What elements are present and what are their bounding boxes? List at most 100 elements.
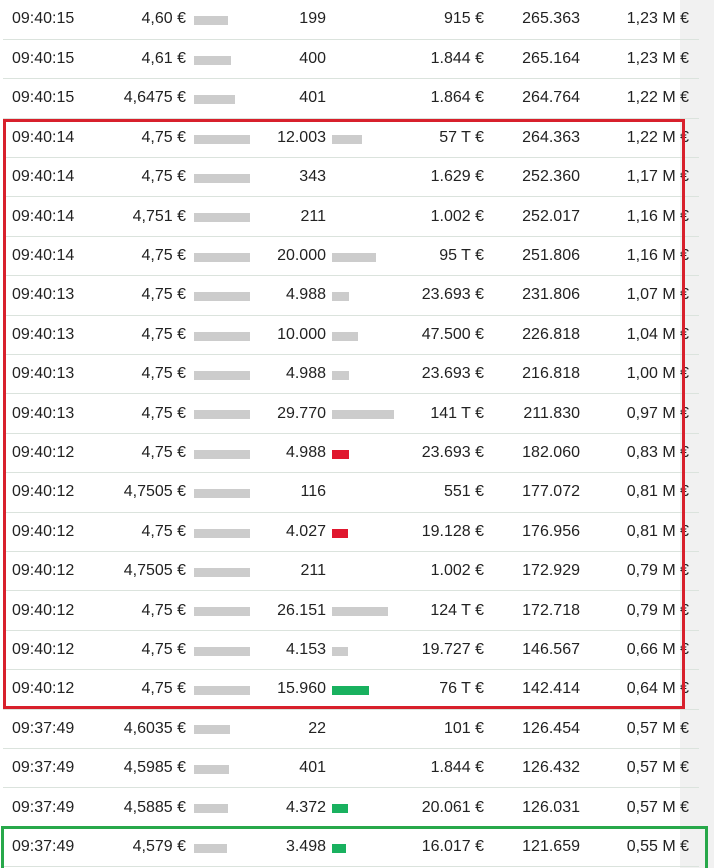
trade-price: 4,75 €: [108, 118, 194, 159]
trade-time: 09:40:13: [3, 354, 108, 395]
trade-turnover: 19.727 €: [412, 630, 484, 671]
table-row: 09:40:13 4,75 € 4.988 23.693 € 216.818 1…: [3, 354, 699, 395]
volume-bar-cell: [326, 472, 412, 513]
cumulative-turnover: 1,23 M €: [580, 39, 699, 80]
trade-price: 4,75 €: [108, 315, 194, 356]
price-bar: [194, 370, 250, 380]
table-row: 09:40:12 4,75 € 15.960 76 T € 142.414 0,…: [3, 669, 699, 710]
trade-turnover: 23.693 €: [412, 354, 484, 395]
price-bar: [194, 686, 250, 696]
cumulative-volume: 172.929: [484, 551, 580, 592]
trade-price: 4,61 €: [108, 39, 194, 80]
trade-turnover: 1.844 €: [412, 748, 484, 789]
trade-time: 09:40:13: [3, 393, 108, 434]
trade-turnover: 47.500 €: [412, 315, 484, 356]
trade-volume: 29.770: [256, 393, 326, 434]
cumulative-turnover: 1,16 M €: [580, 236, 699, 277]
trade-time: 09:40:14: [3, 236, 108, 277]
volume-bar-cell: [326, 669, 412, 710]
cumulative-turnover: 0,57 M €: [580, 748, 699, 789]
volume-bar-cell: [326, 709, 412, 749]
cumulative-turnover: 0,81 M €: [580, 512, 699, 552]
trade-turnover: 1.844 €: [412, 39, 484, 80]
trade-price: 4,5885 €: [108, 787, 194, 828]
price-bar: [194, 449, 250, 459]
table-row: 09:40:14 4,751 € 211 1.002 € 252.017 1,1…: [3, 196, 699, 237]
volume-bar-cell: [326, 787, 412, 828]
cumulative-volume: 121.659: [484, 827, 580, 868]
trade-turnover: 1.864 €: [412, 78, 484, 119]
table-row: 09:37:49 4,6035 € 22 101 € 126.454 0,57 …: [3, 709, 699, 749]
table-row: 09:40:15 4,61 € 400 1.844 € 265.164 1,23…: [3, 39, 699, 80]
trade-price: 4,5985 €: [108, 748, 194, 789]
trade-turnover: 1.002 €: [412, 196, 484, 237]
trade-price: 4,60 €: [108, 0, 194, 40]
price-bar: [194, 804, 228, 814]
cumulative-volume: 176.956: [484, 512, 580, 552]
cumulative-volume: 126.454: [484, 709, 580, 749]
price-bar: [194, 16, 228, 26]
price-bar-cell: [194, 748, 256, 789]
volume-bar: [332, 370, 349, 380]
table-row: 09:40:12 4,75 € 4.153 19.727 € 146.567 0…: [3, 630, 699, 671]
price-bar-cell: [194, 118, 256, 159]
table-row: 09:40:12 4,75 € 4.988 23.693 € 182.060 0…: [3, 433, 699, 474]
table-row: 09:40:13 4,75 € 29.770 141 T € 211.830 0…: [3, 393, 699, 434]
trade-volume: 401: [256, 78, 326, 119]
cumulative-turnover: 0,66 M €: [580, 630, 699, 671]
cumulative-turnover: 1,23 M €: [580, 0, 699, 40]
cumulative-volume: 252.017: [484, 196, 580, 237]
cumulative-turnover: 1,22 M €: [580, 118, 699, 159]
price-bar-cell: [194, 709, 256, 749]
trades-table-body: 09:40:15 4,60 € 199 915 € 265.363 1,23 M…: [3, 0, 699, 868]
cumulative-turnover: 0,79 M €: [580, 590, 699, 631]
trade-price: 4,6475 €: [108, 78, 194, 119]
price-bar-cell: [194, 78, 256, 119]
trade-turnover: 124 T €: [412, 590, 484, 631]
table-row: 09:40:14 4,75 € 20.000 95 T € 251.806 1,…: [3, 236, 699, 277]
trade-time: 09:37:49: [3, 827, 108, 868]
cumulative-turnover: 1,17 M €: [580, 157, 699, 198]
trade-volume: 22: [256, 709, 326, 749]
price-bar-cell: [194, 354, 256, 395]
volume-bar: [332, 449, 349, 459]
trade-price: 4,75 €: [108, 157, 194, 198]
price-bar-cell: [194, 551, 256, 592]
trade-volume: 4.027: [256, 512, 326, 552]
trade-turnover: 141 T €: [412, 393, 484, 434]
volume-bar-cell: [326, 315, 412, 356]
table-row: 09:40:13 4,75 € 10.000 47.500 € 226.818 …: [3, 315, 699, 356]
cumulative-turnover: 0,83 M €: [580, 433, 699, 474]
volume-bar: [332, 292, 349, 302]
table-row: 09:40:15 4,60 € 199 915 € 265.363 1,23 M…: [3, 0, 699, 40]
trade-price: 4,75 €: [108, 354, 194, 395]
table-row: 09:40:12 4,75 € 4.027 19.128 € 176.956 0…: [3, 512, 699, 552]
price-bar-cell: [194, 433, 256, 474]
price-bar: [194, 410, 250, 420]
price-bar: [194, 607, 250, 617]
trade-price: 4,75 €: [108, 275, 194, 316]
trade-volume: 3.498: [256, 827, 326, 868]
cumulative-volume: 264.764: [484, 78, 580, 119]
price-bar: [194, 134, 250, 144]
trade-volume: 116: [256, 472, 326, 513]
trade-time: 09:40:12: [3, 630, 108, 671]
trade-price: 4,75 €: [108, 630, 194, 671]
volume-bar-cell: [326, 630, 412, 671]
trade-time: 09:40:15: [3, 78, 108, 119]
trade-price: 4,7505 €: [108, 472, 194, 513]
trade-volume: 4.372: [256, 787, 326, 828]
volume-bar-cell: [326, 39, 412, 80]
trade-time: 09:40:12: [3, 551, 108, 592]
volume-bar: [332, 331, 358, 341]
trade-time: 09:40:15: [3, 0, 108, 40]
cumulative-volume: 182.060: [484, 433, 580, 474]
price-bar: [194, 95, 235, 105]
trade-turnover: 16.017 €: [412, 827, 484, 868]
cumulative-volume: 142.414: [484, 669, 580, 710]
volume-bar: [332, 686, 369, 696]
table-row: 09:37:49 4,5885 € 4.372 20.061 € 126.031…: [3, 787, 699, 828]
trade-volume: 10.000: [256, 315, 326, 356]
cumulative-volume: 251.806: [484, 236, 580, 277]
trade-price: 4,75 €: [108, 669, 194, 710]
